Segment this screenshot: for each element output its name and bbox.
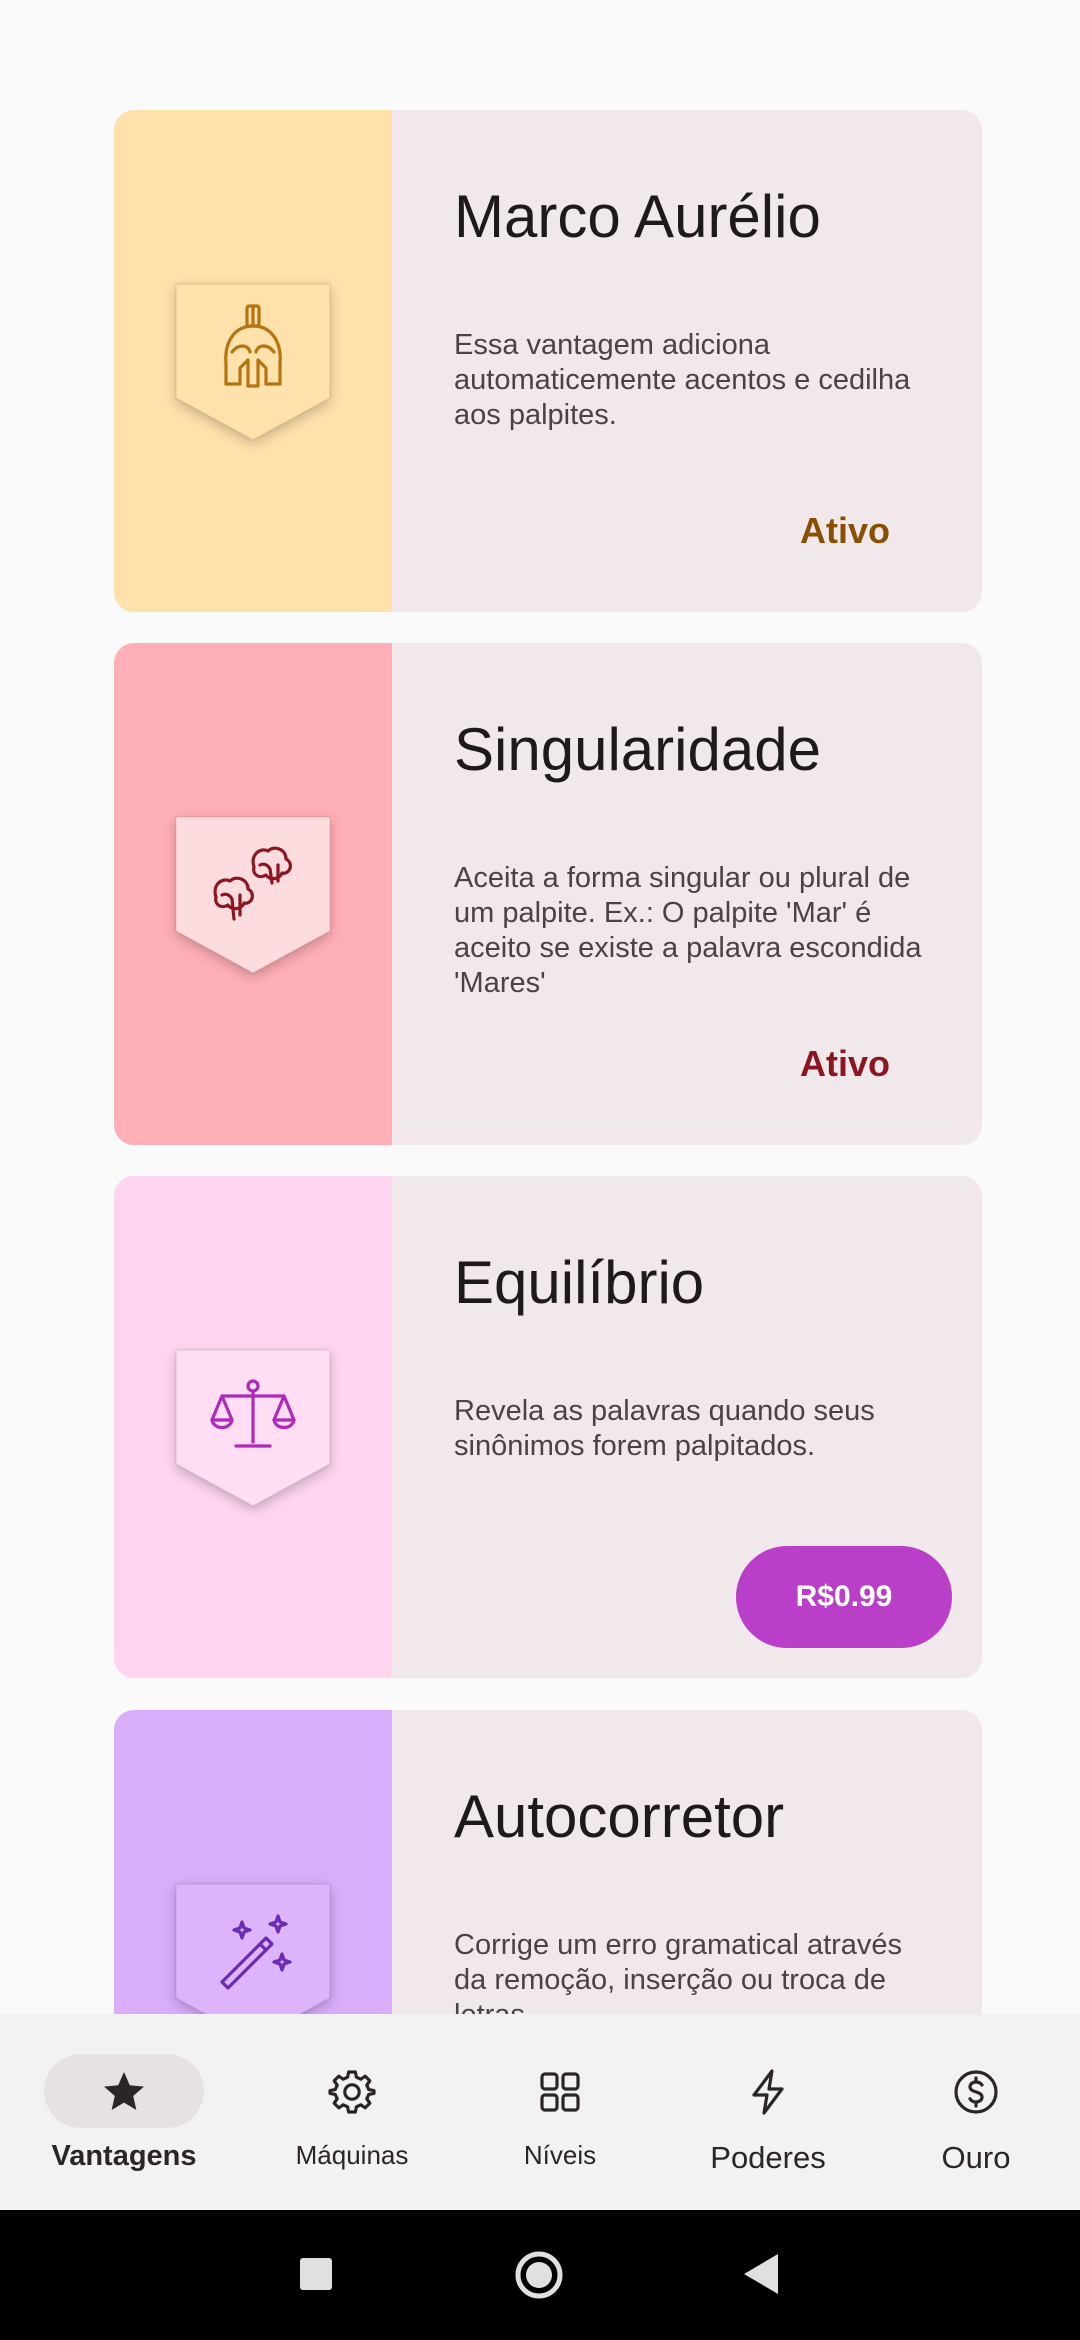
advantage-card-singularidade[interactable]: Singularidade Aceita a forma singular ou… xyxy=(114,643,982,1145)
magic-wand-icon xyxy=(220,1914,292,1990)
nav-item-ouro[interactable]: Ouro xyxy=(868,2014,1080,2210)
card-title: Equilíbrio xyxy=(454,1249,705,1316)
advantage-card-marco-aurelio[interactable]: Marco Aurélio Essa vantagem adiciona aut… xyxy=(114,110,982,612)
card-description: Revela as palavras quando seus sinônimos… xyxy=(454,1395,875,1462)
nav-label: Vantagens xyxy=(51,2140,197,2172)
advantage-card-equilibrio[interactable]: Equilíbrio Revela as palavras quando seu… xyxy=(114,1176,982,1678)
advantage-card-autocorretor[interactable]: Autocorretor Corrige um erro gramatical … xyxy=(114,1710,982,2014)
status-label: Ativo xyxy=(800,1043,890,1084)
balance-scale-icon xyxy=(210,1379,296,1448)
spartan-helmet-icon xyxy=(224,304,282,388)
gear-icon xyxy=(328,2070,376,2114)
status-label: Ativo xyxy=(800,510,890,551)
nav-label: Níveis xyxy=(523,2140,597,2170)
advantage-badge xyxy=(174,815,332,975)
card-title: Autocorretor xyxy=(454,1783,785,1850)
card-title: Singularidade xyxy=(454,716,821,783)
system-navigation-bar xyxy=(0,2210,1080,2340)
buy-button[interactable]: R$0.99 xyxy=(736,1546,952,1648)
bottom-navigation: Vantagens Máquinas Níveis Poderes Ouro xyxy=(0,2014,1080,2210)
card-description: Aceita a forma singular ou plural de um … xyxy=(454,862,922,999)
home-button[interactable] xyxy=(514,2250,564,2300)
nav-item-maquinas[interactable]: Máquinas xyxy=(244,2014,460,2210)
recents-button[interactable] xyxy=(300,2258,332,2290)
advantage-badge xyxy=(174,1882,332,2014)
card-description: Corrige um erro gramatical através da re… xyxy=(454,1929,903,2014)
grid-icon xyxy=(540,2072,580,2112)
nav-item-vantagens[interactable]: Vantagens xyxy=(16,2014,232,2210)
nav-item-niveis[interactable]: Níveis xyxy=(452,2014,668,2210)
nav-label: Ouro xyxy=(941,2140,1011,2175)
card-description: Essa vantagem adiciona automaticemente a… xyxy=(454,329,911,431)
two-sheep-icon xyxy=(213,846,292,921)
back-button[interactable] xyxy=(744,2254,778,2294)
advantage-badge xyxy=(174,282,332,442)
advantages-list[interactable]: Marco Aurélio Essa vantagem adiciona aut… xyxy=(0,0,1080,2014)
advantage-badge xyxy=(174,1348,332,1508)
nav-label: Máquinas xyxy=(295,2140,409,2170)
card-title: Marco Aurélio xyxy=(454,183,821,250)
nav-label: Poderes xyxy=(710,2140,826,2175)
star-icon xyxy=(104,2072,144,2110)
lightning-icon xyxy=(752,2069,784,2115)
nav-item-poderes[interactable]: Poderes xyxy=(660,2014,876,2210)
dollar-coin-icon xyxy=(954,2070,998,2114)
